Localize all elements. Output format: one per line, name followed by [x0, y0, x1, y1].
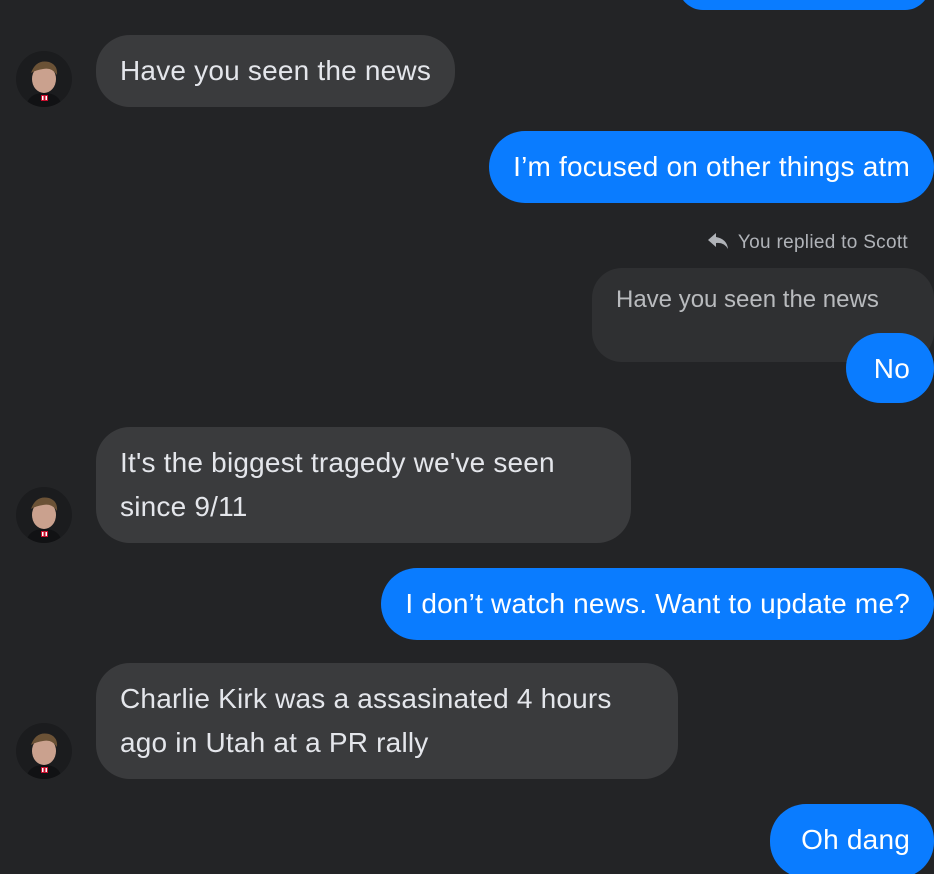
quoted-text: Have you seen the news [616, 286, 879, 313]
reply-indicator-label: You replied to Scott [737, 232, 908, 253]
contact-avatar[interactable] [16, 51, 72, 107]
message-text-line: Charlie Kirk was a assasinated 4 hours [120, 683, 612, 714]
contact-avatar[interactable] [16, 487, 72, 543]
profile-photo-icon [16, 487, 72, 543]
message-text-line: since 9/11 [120, 491, 248, 522]
outgoing-message[interactable]: I’m focused on other things atm [489, 131, 934, 203]
incoming-message[interactable]: Charlie Kirk was a assasinated 4 hours a… [96, 663, 678, 779]
incoming-message[interactable]: Have you seen the news [96, 35, 456, 107]
profile-photo-icon [16, 723, 72, 779]
reply-indicator: You replied to Scott [706, 231, 908, 254]
message-text-line: ago in Utah at a PR rally [120, 727, 429, 758]
contact-avatar[interactable] [16, 723, 72, 779]
message-text-line: It's the biggest tragedy we've seen [120, 447, 555, 478]
outgoing-message[interactable]: Oh dang [770, 804, 934, 874]
outgoing-message-partial[interactable] [678, 0, 930, 10]
message-text: I’m focused on other things atm [513, 151, 910, 182]
message-text: I don’t watch news. Want to update me? [405, 588, 910, 619]
incoming-message[interactable]: It's the biggest tragedy we've seen sinc… [96, 427, 631, 543]
outgoing-message[interactable]: No [846, 333, 934, 403]
message-text: Oh dang [801, 824, 910, 855]
message-thread[interactable]: Have you seen the news I’m focused on ot… [0, 0, 934, 874]
outgoing-message[interactable]: I don’t watch news. Want to update me? [381, 568, 934, 640]
message-text: Have you seen the news [120, 55, 432, 86]
reply-arrow-icon [707, 233, 728, 249]
profile-photo-icon [16, 51, 72, 107]
message-text: No [873, 353, 910, 384]
